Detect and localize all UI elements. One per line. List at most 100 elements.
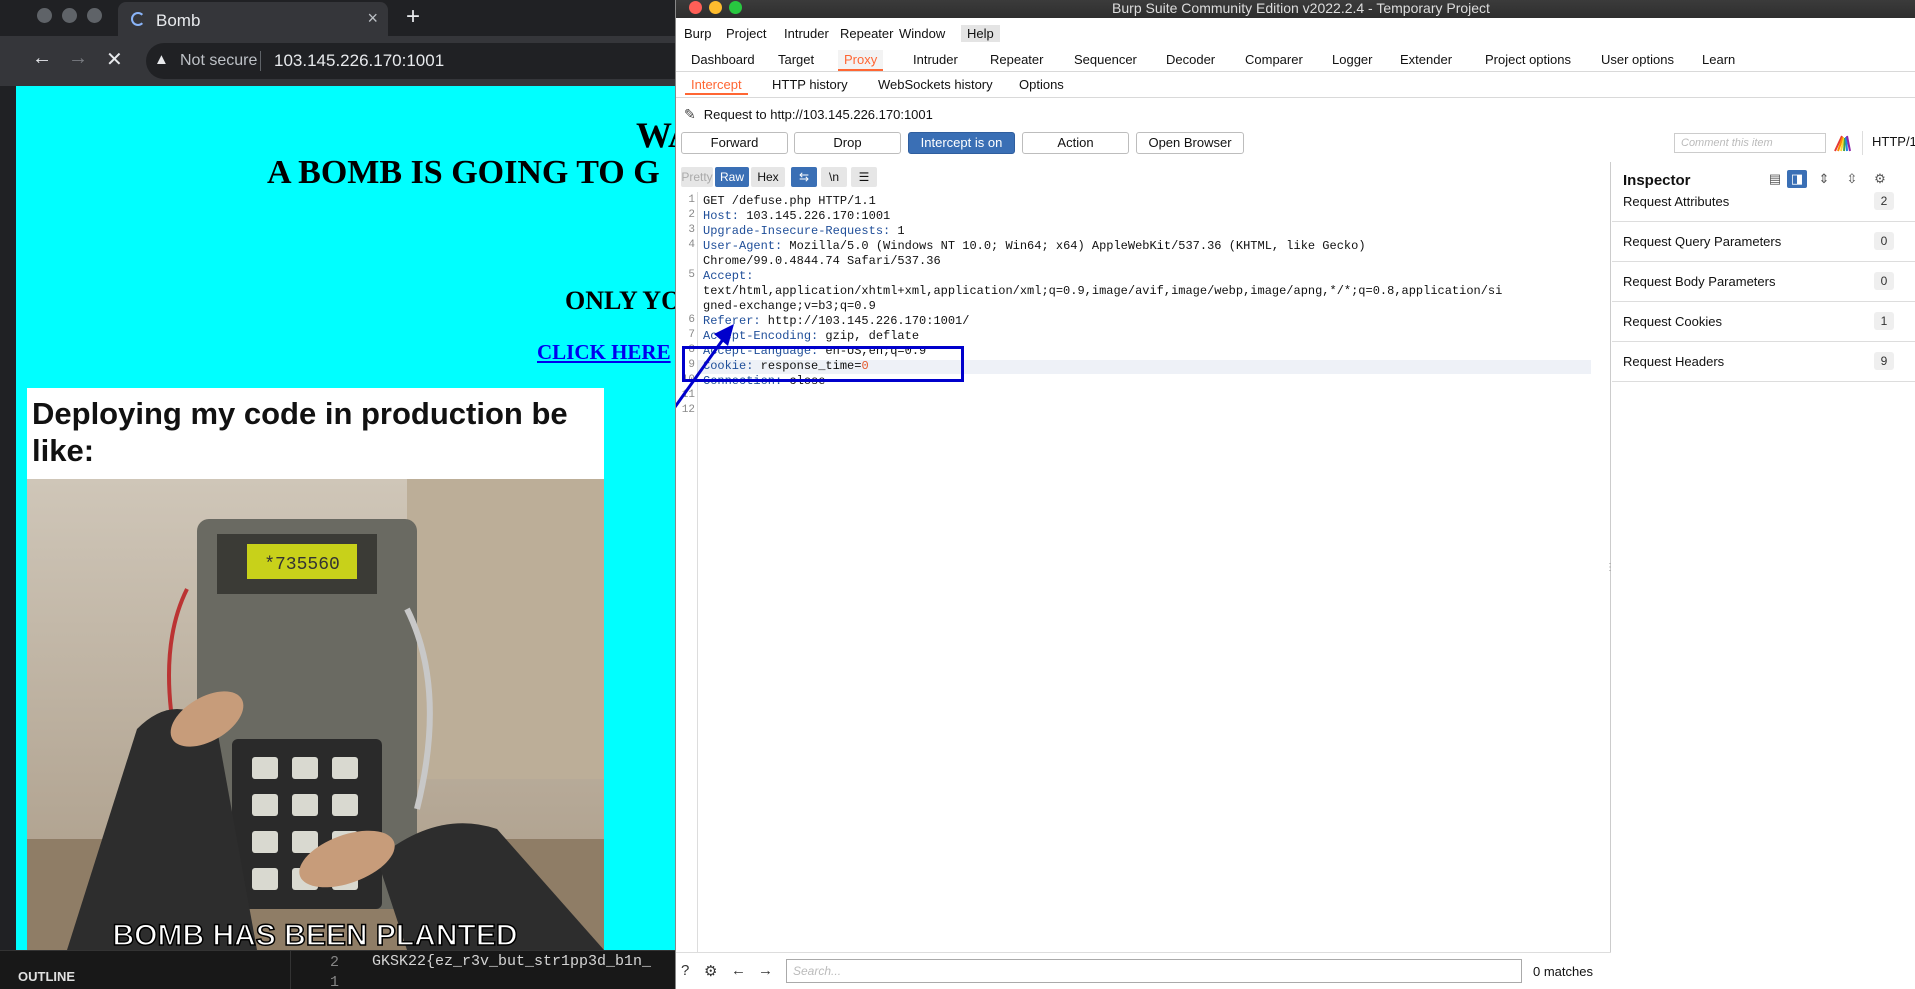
tab-close-icon[interactable]: ×: [367, 8, 378, 29]
window-close-dot[interactable]: [37, 8, 52, 23]
header-name: Host:: [703, 209, 740, 223]
header-value: 1: [890, 224, 905, 238]
security-label[interactable]: Not secure: [180, 52, 257, 70]
tab-sequencer[interactable]: Sequencer: [1068, 50, 1143, 69]
outline-label[interactable]: OUTLINE: [18, 969, 75, 984]
hex-tab[interactable]: Hex: [751, 167, 785, 187]
request-line[interactable]: Referer: http://103.145.226.170:1001/: [703, 314, 969, 328]
request-line[interactable]: Accept-Encoding: gzip, deflate: [703, 329, 919, 343]
inspector-row-count: 2: [1874, 192, 1894, 210]
request-line[interactable]: User-Agent: Mozilla/5.0 (Windows NT 10.0…: [703, 239, 1366, 253]
wrap-lines-icon[interactable]: ⇆: [791, 167, 817, 187]
request-line[interactable]: Host: 103.145.226.170:1001: [703, 209, 890, 223]
header-name: Referer:: [703, 314, 761, 328]
menu-repeater[interactable]: Repeater: [834, 25, 899, 42]
help-icon[interactable]: ?: [681, 962, 689, 979]
request-line[interactable]: GET /defuse.php HTTP/1.1: [703, 194, 876, 208]
next-match-icon[interactable]: →: [758, 962, 773, 979]
header-value: http://103.145.226.170:1001/: [760, 314, 970, 328]
url-separator: [260, 51, 261, 71]
new-tab-button[interactable]: +: [406, 3, 420, 31]
tab-target[interactable]: Target: [772, 50, 820, 69]
tab-repeater[interactable]: Repeater: [984, 50, 1049, 69]
warning-icon[interactable]: ▲: [154, 51, 169, 68]
tab-learn[interactable]: Learn: [1696, 50, 1741, 69]
subtab-websockets-history[interactable]: WebSockets history: [872, 76, 999, 93]
tab-logger[interactable]: Logger: [1326, 50, 1378, 69]
forward-button[interactable]: Forward: [681, 132, 788, 154]
click-here-link[interactable]: CLICK HERE: [537, 340, 671, 365]
line-number: 1: [330, 974, 340, 989]
line-number: 3: [688, 224, 695, 236]
inspector-row-cookies[interactable]: Request Cookies 1: [1612, 302, 1915, 342]
annotation-highlight-box: [682, 346, 964, 382]
menu-help[interactable]: Help: [961, 25, 1000, 42]
burp-window: Burp Suite Community Edition v2022.2.4 -…: [675, 0, 1915, 989]
header-value: GET /defuse.php HTTP/1.1: [703, 194, 876, 208]
subtab-intercept[interactable]: Intercept: [685, 76, 748, 95]
window-zoom-dot[interactable]: [87, 8, 102, 23]
close-icon[interactable]: [689, 1, 702, 14]
window-minimize-dot[interactable]: [62, 8, 77, 23]
highlight-color-icon[interactable]: [1833, 134, 1851, 152]
inspector-row-count: 9: [1874, 352, 1894, 370]
intercept-toggle-button[interactable]: Intercept is on: [908, 132, 1015, 154]
inspector-row-query-params[interactable]: Request Query Parameters 0: [1612, 222, 1915, 262]
tab-user-options[interactable]: User options: [1595, 50, 1680, 69]
subtab-options[interactable]: Options: [1013, 76, 1070, 93]
tab-extender[interactable]: Extender: [1394, 50, 1458, 69]
back-icon[interactable]: ←: [32, 47, 52, 70]
maximize-icon[interactable]: [729, 1, 742, 14]
request-editor: Pretty Raw Hex ⇆ \n ☰ 1 2 3 4 5 6 7 8 9 10 11 12 GE…: [676, 162, 1615, 989]
menu-project[interactable]: Project: [720, 25, 772, 42]
newline-toggle[interactable]: \n: [821, 167, 847, 187]
menu-burp[interactable]: Burp: [678, 25, 717, 42]
flag-code-text[interactable]: GKSK22{ez_r3v_but_str1pp3d_b1n_: [372, 953, 651, 970]
address-bar[interactable]: ▲ Not secure 103.145.226.170:1001: [146, 43, 675, 79]
side-strip: ⌄: [0, 36, 16, 989]
subtab-http-history[interactable]: HTTP history: [766, 76, 854, 93]
menu-icon[interactable]: ☰: [851, 167, 877, 187]
browser-tab[interactable]: Bomb ×: [118, 2, 388, 36]
drop-button[interactable]: Drop: [794, 132, 901, 154]
header-value: gned-exchange;v=b3;q=0.9: [703, 299, 876, 313]
proxy-subtabs: Intercept HTTP history WebSockets histor…: [676, 74, 1915, 98]
http-version-label[interactable]: HTTP/1: [1872, 134, 1915, 149]
open-browser-button[interactable]: Open Browser: [1136, 132, 1244, 154]
inspector-row-attributes[interactable]: Request Attributes 2: [1612, 182, 1915, 222]
pretty-tab[interactable]: Pretty: [681, 167, 713, 187]
tab-dashboard[interactable]: Dashboard: [685, 50, 761, 69]
menu-window[interactable]: Window: [893, 25, 951, 42]
request-line[interactable]: Upgrade-Insecure-Requests: 1: [703, 224, 905, 238]
stop-loading-icon[interactable]: ✕: [106, 47, 123, 72]
tab-project-options[interactable]: Project options: [1479, 50, 1577, 69]
inspector-row-body-params[interactable]: Request Body Parameters 0: [1612, 262, 1915, 302]
pencil-icon[interactable]: ✎: [684, 106, 696, 123]
url-text[interactable]: 103.145.226.170:1001: [274, 51, 444, 71]
previous-match-icon[interactable]: ←: [731, 962, 746, 979]
tab-proxy[interactable]: Proxy: [838, 50, 884, 71]
line-number: 2: [688, 209, 695, 221]
inspector-row-count: 0: [1874, 272, 1894, 290]
raw-tab[interactable]: Raw: [715, 167, 749, 187]
search-bar: ? ⚙ ← → Search... 0 matches: [676, 952, 1611, 989]
forward-icon[interactable]: →: [68, 47, 88, 70]
request-line[interactable]: gned-exchange;v=b3;q=0.9: [703, 299, 876, 313]
request-line[interactable]: text/html,application/xhtml+xml,applicat…: [703, 284, 1502, 298]
gear-icon[interactable]: ⚙: [704, 962, 717, 980]
minimize-icon[interactable]: [709, 1, 722, 14]
request-line[interactable]: Chrome/99.0.4844.74 Safari/537.36: [703, 254, 941, 268]
request-line[interactable]: Accept:: [703, 269, 753, 283]
desktop: Bomb × + ⌄ ← → ✕ ▲ Not secure 103.145.22…: [0, 0, 1915, 989]
comment-input[interactable]: Comment this item: [1674, 133, 1826, 153]
tab-intruder[interactable]: Intruder: [907, 50, 964, 69]
line-number: 5: [688, 269, 695, 281]
inspector-row-headers[interactable]: Request Headers 9: [1612, 342, 1915, 382]
search-input[interactable]: Search...: [786, 959, 1522, 983]
toolbar-divider: [1862, 131, 1863, 155]
menu-bar: Burp Project Intruder Repeater Window He…: [676, 23, 1915, 45]
tab-comparer[interactable]: Comparer: [1239, 50, 1309, 69]
menu-intruder[interactable]: Intruder: [778, 25, 835, 42]
action-button[interactable]: Action: [1022, 132, 1129, 154]
tab-decoder[interactable]: Decoder: [1160, 50, 1221, 69]
